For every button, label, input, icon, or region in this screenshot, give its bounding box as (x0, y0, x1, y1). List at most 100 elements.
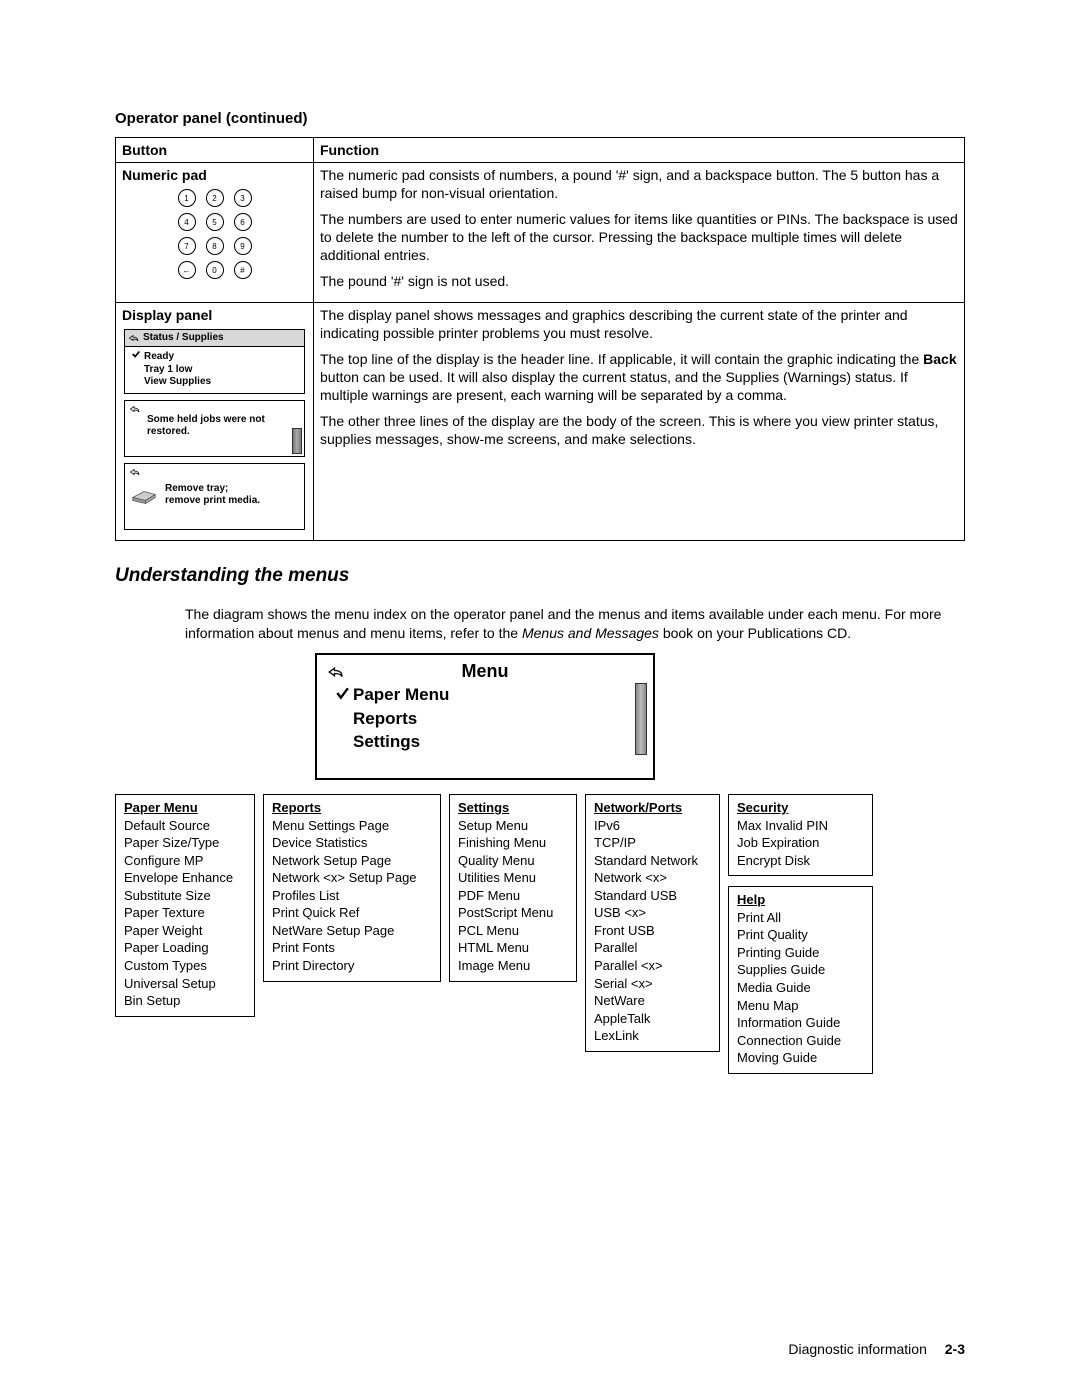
list-item: Bin Setup (124, 992, 246, 1010)
display1-line3: View Supplies (131, 376, 298, 389)
list-item: USB <x> (594, 904, 711, 922)
key-1: 1 (178, 189, 196, 207)
list-item: NetWare Setup Page (272, 922, 432, 940)
network-menu-title: Network/Ports (594, 799, 711, 817)
network-menu-box: Network/Ports IPv6 TCP/IP Standard Netwo… (585, 794, 720, 1052)
list-item: Network <x> (594, 869, 711, 887)
display2-text: Some held jobs were not restored. (129, 404, 300, 439)
list-item: Front USB (594, 922, 711, 940)
display3-line2: remove print media. (165, 495, 260, 508)
footer-label: Diagnostic information (788, 1341, 927, 1357)
numeric-pad-cell: Numeric pad 1 2 3 4 5 6 7 8 (116, 163, 314, 303)
list-item: Network <x> Setup Page (272, 869, 432, 887)
list-item: Encrypt Disk (737, 852, 864, 870)
key-0: 0 (206, 261, 224, 279)
menu-display-header: Menu (325, 661, 645, 683)
list-item: Print Quality (737, 926, 864, 944)
list-item: NetWare (594, 992, 711, 1010)
menu-item-reports: Reports (325, 707, 645, 731)
display-sample-3: Remove tray; remove print media. (124, 463, 305, 530)
reports-menu-title: Reports (272, 799, 432, 817)
checkmark-icon (131, 349, 141, 359)
list-item: IPv6 (594, 817, 711, 835)
list-item: Finishing Menu (458, 834, 568, 852)
list-item: Paper Size/Type (124, 834, 246, 852)
display-func-p3: The other three lines of the display are… (320, 413, 958, 449)
list-item: Network Setup Page (272, 852, 432, 870)
col-header-function: Function (314, 138, 965, 163)
list-item: Serial <x> (594, 975, 711, 993)
list-item: Device Statistics (272, 834, 432, 852)
key-5: 5 (206, 213, 224, 231)
checkmark-icon (335, 683, 349, 707)
list-item: Setup Menu (458, 817, 568, 835)
list-item: Paper Weight (124, 922, 246, 940)
page-number: 2-3 (945, 1341, 965, 1357)
menu-display-graphic: Menu Paper Menu Reports Settings (315, 653, 655, 780)
numeric-func-p2: The numbers are used to enter numeric va… (320, 211, 958, 265)
list-item: Job Expiration (737, 834, 864, 852)
list-item: Image Menu (458, 957, 568, 975)
col-header-button: Button (116, 138, 314, 163)
list-item: Profiles List (272, 887, 432, 905)
page: Operator panel (continued) Button Functi… (0, 0, 1080, 1397)
list-item: Paper Texture (124, 904, 246, 922)
list-item: Menu Map (737, 997, 864, 1015)
list-item: Standard Network (594, 852, 711, 870)
list-item: Configure MP (124, 852, 246, 870)
display-panel-label: Display panel (122, 307, 307, 323)
list-item: Print Directory (272, 957, 432, 975)
settings-menu-title: Settings (458, 799, 568, 817)
display1-line1: Ready (144, 351, 174, 362)
back-arrow-icon (127, 332, 141, 344)
numeric-pad-label: Numeric pad (122, 167, 307, 183)
key-back: ← (178, 261, 196, 279)
list-item: Substitute Size (124, 887, 246, 905)
list-item: Connection Guide (737, 1032, 864, 1050)
tray-icon (129, 484, 159, 506)
numeric-func-p1: The numeric pad consists of numbers, a p… (320, 167, 958, 203)
help-menu-title: Help (737, 891, 864, 909)
menu-item-settings: Settings (325, 730, 645, 754)
page-footer: Diagnostic information 2-3 (788, 1341, 965, 1357)
numeric-pad-function-cell: The numeric pad consists of numbers, a p… (314, 163, 965, 303)
section-title: Operator panel (continued) (115, 110, 965, 127)
list-item: Print Fonts (272, 939, 432, 957)
list-item: Custom Types (124, 957, 246, 975)
settings-menu-box: Settings Setup Menu Finishing Menu Quali… (449, 794, 577, 981)
back-arrow-icon (327, 663, 345, 684)
key-hash: # (234, 261, 252, 279)
list-item: Quality Menu (458, 852, 568, 870)
display-header: Status / Supplies (125, 330, 304, 347)
list-item: Supplies Guide (737, 961, 864, 979)
operator-panel-table: Button Function Numeric pad 1 2 3 4 5 6 (115, 137, 965, 541)
list-item: Print All (737, 909, 864, 927)
list-item: Envelope Enhance (124, 869, 246, 887)
list-item: Standard USB (594, 887, 711, 905)
help-menu-box: Help Print All Print Quality Printing Gu… (728, 886, 873, 1073)
list-item: Paper Loading (124, 939, 246, 957)
security-menu-title: Security (737, 799, 864, 817)
keypad: 1 2 3 4 5 6 7 8 9 ← (170, 189, 260, 279)
key-9: 9 (234, 237, 252, 255)
list-item: TCP/IP (594, 834, 711, 852)
security-menu-box: Security Max Invalid PIN Job Expiration … (728, 794, 873, 876)
list-item: Printing Guide (737, 944, 864, 962)
display-header-text: Status / Supplies (143, 332, 224, 345)
list-item: AppleTalk (594, 1010, 711, 1028)
list-item: LexLink (594, 1027, 711, 1045)
list-item: Information Guide (737, 1014, 864, 1032)
list-item: Moving Guide (737, 1049, 864, 1067)
key-6: 6 (234, 213, 252, 231)
list-item: Universal Setup (124, 975, 246, 993)
list-item: Default Source (124, 817, 246, 835)
menu-item-paper: Paper Menu (325, 683, 645, 707)
display-func-p2: The top line of the display is the heade… (320, 351, 958, 405)
menu-columns: Paper Menu Default Source Paper Size/Typ… (115, 794, 965, 1074)
paper-menu-box: Paper Menu Default Source Paper Size/Typ… (115, 794, 255, 1017)
list-item: Parallel <x> (594, 957, 711, 975)
list-item: Menu Settings Page (272, 817, 432, 835)
back-arrow-icon (129, 467, 141, 482)
list-item: Max Invalid PIN (737, 817, 864, 835)
list-item: Utilities Menu (458, 869, 568, 887)
